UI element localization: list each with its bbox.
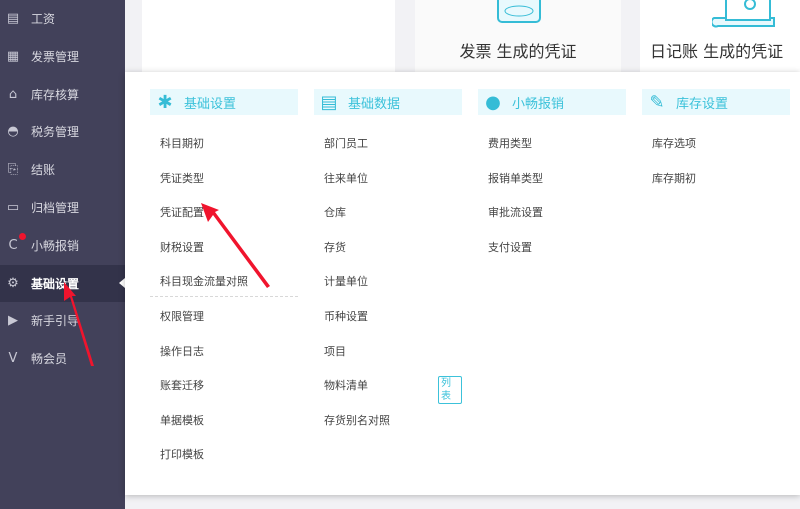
sidebar-item-label: 库存核算: [31, 87, 80, 102]
column-title: 基础数据: [348, 96, 401, 112]
journal-icon: [712, 0, 775, 28]
salary-icon: ▤: [6, 11, 20, 26]
vip-icon: V: [8, 351, 18, 367]
column-title: 库存设置: [676, 96, 729, 112]
menu-item[interactable]: 审批流设置: [488, 204, 543, 220]
settings-dropdown-panel: ✱ 基础设置科目期初凭证类型凭证配置财税设置科目现金流量对照 权限管理操作日志账套迁…: [125, 72, 800, 495]
sidebar: ▤ 工资 ▦ 发票管理 ⌂ 库存核算 ◓ 税务管理 ⎘ 结账 ▭ 归档管理 C 小畅报销 ⚙ 基础设置 ▶ 新手引…: [0, 0, 125, 509]
list-badge-button[interactable]: 列表: [438, 376, 462, 405]
notification-dot: [19, 232, 26, 240]
warehouse-icon: ⌂: [8, 86, 18, 102]
reimburse-logo-icon: ●: [485, 91, 501, 113]
column-header: ▤ 基础数据: [314, 89, 462, 115]
menu-column: ✎ 库存设置库存选项库存期初: [642, 89, 790, 185]
menu-item[interactable]: 币种设置: [324, 308, 368, 324]
video-guide-icon: ▶: [8, 313, 18, 329]
column-title: 小畅报销: [512, 96, 565, 112]
column-title: 基础设置: [184, 96, 237, 112]
menu-item[interactable]: 凭证配置: [160, 204, 204, 220]
card-title: 日记账 生成的凭证: [650, 42, 784, 61]
menu-item[interactable]: 计量单位: [324, 273, 368, 289]
menu-item[interactable]: 支付设置: [488, 239, 532, 255]
menu-item[interactable]: 单据模板: [160, 412, 204, 428]
sidebar-item[interactable]: V 畅会员: [0, 340, 125, 377]
menu-item[interactable]: 操作日志: [160, 343, 204, 359]
sidebar-item[interactable]: ⎘ 结账: [0, 151, 125, 188]
menu-item[interactable]: 凭证类型: [160, 170, 204, 186]
sidebar-item-label: 小畅报销: [31, 238, 80, 253]
menu-item[interactable]: 科目现金流量对照: [160, 273, 248, 289]
tax-icon: ◓: [7, 124, 19, 140]
sidebar-item-label: 畅会员: [31, 352, 68, 367]
wrench-icon: ✎: [649, 91, 665, 113]
invoice-icon: ▦: [6, 48, 20, 64]
sidebar-item-label: 结账: [31, 163, 56, 178]
menu-item[interactable]: 仓库: [324, 204, 346, 220]
sidebar-item-label: 基础设置: [31, 276, 80, 291]
menu-item[interactable]: 项目: [324, 343, 346, 359]
menu-item[interactable]: 库存选项: [652, 135, 696, 151]
menu-item[interactable]: 科目期初: [160, 135, 204, 151]
menu-item[interactable]: 库存期初: [652, 170, 696, 186]
menu-item[interactable]: 部门员工: [324, 135, 368, 151]
invoice-icon: [497, 0, 541, 23]
invoice-voucher-card[interactable]: 发票 生成的凭证: [415, 0, 621, 72]
sidebar-item[interactable]: C 小畅报销: [0, 227, 125, 264]
reimburse-icon: C: [8, 237, 18, 253]
sidebar-item[interactable]: ▦ 发票管理: [0, 38, 125, 75]
sidebar-item-label: 税务管理: [31, 125, 80, 140]
checkout-icon: ⎘: [7, 162, 19, 178]
column-header: ✎ 库存设置: [642, 89, 790, 115]
card-title: 发票 生成的凭证: [459, 42, 577, 61]
menu-item[interactable]: 账套迁移: [160, 377, 204, 393]
sidebar-item[interactable]: ◓ 税务管理: [0, 113, 125, 150]
settings-card-icon: ✱: [157, 91, 173, 113]
gear-icon: ⚙: [7, 275, 19, 291]
column-header: ● 小畅报销: [478, 89, 626, 115]
menu-item[interactable]: 往来单位: [324, 170, 368, 186]
divider: [150, 296, 298, 297]
blank-card: [142, 0, 395, 72]
menu-column: ▤ 基础数据部门员工往来单位仓库存货计量单位币种设置项目物料清单存货别名对照 列表: [314, 89, 462, 427]
menu-item[interactable]: 财税设置: [160, 239, 204, 255]
menu-item[interactable]: 存货: [324, 239, 346, 255]
menu-column: ✱ 基础设置科目期初凭证类型凭证配置财税设置科目现金流量对照 权限管理操作日志账套迁…: [150, 89, 298, 461]
sidebar-item-label: 新手引导: [31, 314, 80, 329]
sidebar-item[interactable]: ▶ 新手引导: [0, 302, 125, 339]
menu-column: ● 小畅报销费用类型报销单类型审批流设置支付设置: [478, 89, 626, 254]
sidebar-item[interactable]: ▭ 归档管理: [0, 189, 125, 226]
menu-item[interactable]: 费用类型: [488, 135, 532, 151]
sidebar-item[interactable]: ▤ 工资: [0, 0, 125, 37]
sidebar-item-label: 归档管理: [31, 201, 80, 215]
menu-item[interactable]: 报销单类型: [488, 170, 543, 186]
sidebar-item[interactable]: ⌂ 库存核算: [0, 76, 125, 113]
id-card-icon: ▤: [320, 91, 338, 113]
journal-voucher-card[interactable]: 日记账 生成的凭证: [640, 0, 800, 72]
menu-item[interactable]: 物料清单: [324, 377, 368, 393]
sidebar-item-label: 工资: [31, 12, 56, 26]
menu-item[interactable]: 打印模板: [160, 446, 204, 462]
menu-item[interactable]: 权限管理: [160, 308, 204, 324]
menu-item[interactable]: 存货别名对照: [324, 412, 390, 428]
archive-icon: ▭: [6, 200, 20, 215]
sidebar-item[interactable]: ⚙ 基础设置: [0, 264, 125, 302]
column-header: ✱ 基础设置: [150, 89, 298, 115]
sidebar-item-label: 发票管理: [31, 49, 80, 64]
